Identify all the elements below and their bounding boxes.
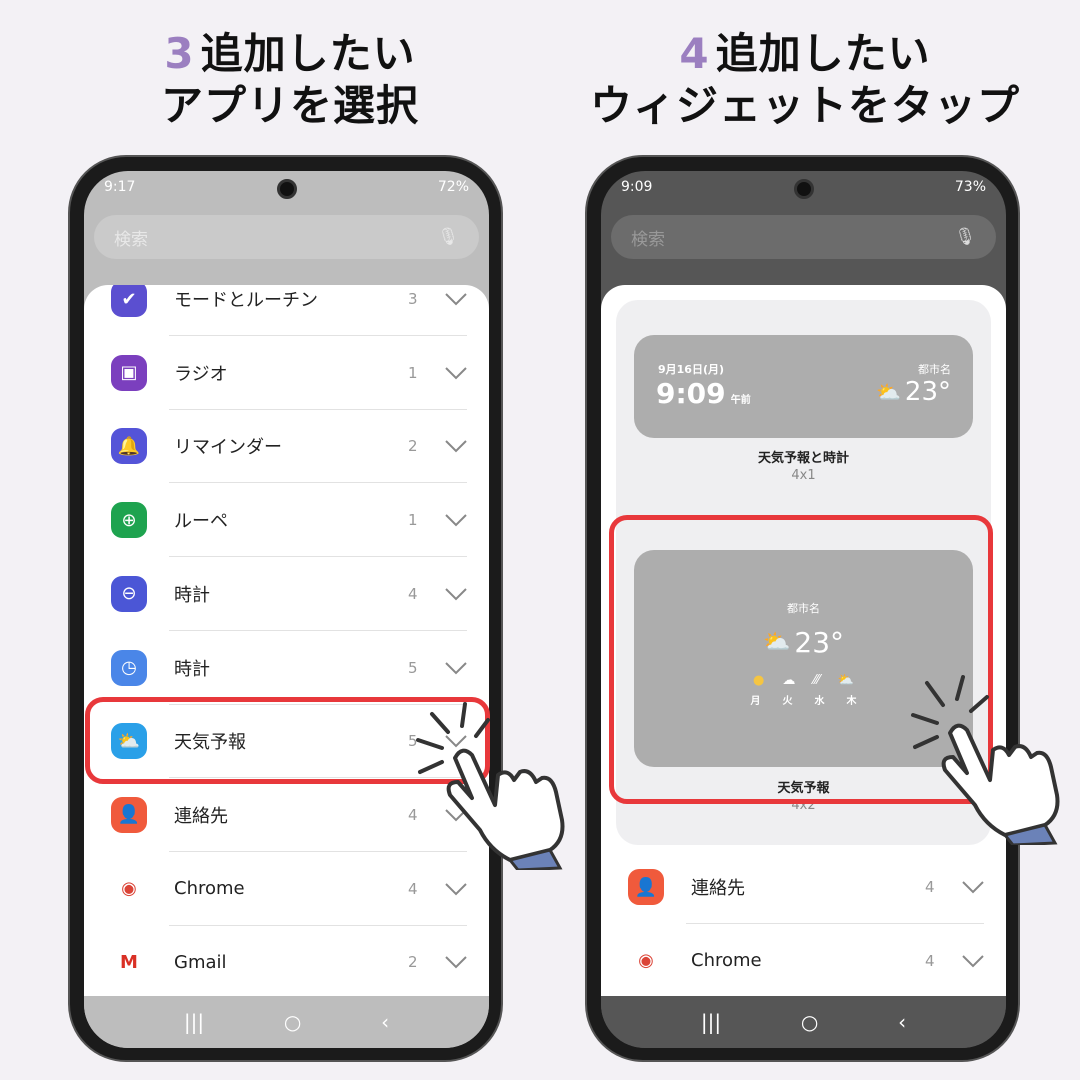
app-label: 連絡先 xyxy=(174,805,228,827)
app-row[interactable]: ✔ モードとルーチン 3 xyxy=(84,285,489,336)
search-input[interactable]: 検索 🎙 xyxy=(94,215,479,259)
partly-cloudy-icon: ⛅ xyxy=(876,380,901,404)
chevron-down-icon[interactable] xyxy=(444,882,468,896)
chevron-down-icon[interactable] xyxy=(444,366,468,380)
widget-time: 9:09 xyxy=(656,377,726,410)
search-placeholder: 検索 xyxy=(114,229,148,250)
step4-heading: 4 追加したい ウィジェットをタップ xyxy=(560,28,1050,132)
widget-name: 天気予報と時計 xyxy=(757,451,849,466)
widget-count: 1 xyxy=(408,363,418,382)
heading-line1: 追加したい xyxy=(715,29,931,78)
chevron-down-icon[interactable] xyxy=(444,292,468,306)
widget-count: 2 xyxy=(408,437,418,456)
chrome-icon: ◉ xyxy=(111,870,147,907)
app-row[interactable]: ⊖ 時計 4 xyxy=(84,557,489,631)
app-list[interactable]: ✔ モードとルーチン 3 ▣ ラジオ 1 🔔 リマインダー 2 ⊕ ルーペ 1 … xyxy=(84,285,489,996)
radio-icon: ▣ xyxy=(111,354,147,391)
modes-routines-icon: ✔ xyxy=(111,285,147,317)
chrome-icon: ◉ xyxy=(628,942,664,979)
widget-count: 4 xyxy=(408,584,418,603)
home-button[interactable]: ○ xyxy=(284,1010,301,1034)
app-label: リマインダー xyxy=(174,437,282,459)
app-row[interactable]: M Gmail 2 xyxy=(84,925,489,996)
app-label: 時計 xyxy=(174,584,210,606)
step3-heading: 3 追加したい アプリを選択 xyxy=(90,28,490,132)
heading-line2: アプリを選択 xyxy=(160,81,419,130)
widget-weather-clock[interactable]: 9月16日(月) 9:09 午前 都市名 ⛅ 23° xyxy=(634,335,973,438)
recents-button[interactable]: ||| xyxy=(701,1010,721,1034)
widget-temp: 23° xyxy=(904,377,951,407)
app-label: Gmail xyxy=(174,951,227,973)
app-row[interactable]: ◷ 時計 5 xyxy=(84,631,489,705)
tap-hand-icon xyxy=(416,702,565,870)
clock-icon: ◷ xyxy=(111,649,147,686)
status-time: 9:09 xyxy=(621,179,653,195)
chevron-down-icon[interactable] xyxy=(961,880,985,894)
mic-icon[interactable]: 🎙 xyxy=(954,227,976,247)
magnifier-icon: ⊕ xyxy=(111,502,147,539)
app-label: 時計 xyxy=(174,658,210,680)
widget-ampm: 午前 xyxy=(730,395,751,406)
widget-count: 1 xyxy=(408,511,418,530)
widget-count: 4 xyxy=(925,951,935,970)
search-placeholder: 検索 xyxy=(631,229,665,250)
clock-minus-icon: ⊖ xyxy=(111,575,147,612)
widget-count: 4 xyxy=(925,878,935,896)
app-label: ラジオ xyxy=(174,363,228,385)
widget-count: 5 xyxy=(408,658,418,677)
status-battery: 72% xyxy=(437,179,469,195)
app-row[interactable]: ▣ ラジオ 1 xyxy=(84,336,489,410)
step-number: 3 xyxy=(164,29,195,78)
gmail-icon: M xyxy=(111,944,147,981)
nav-bar: ||| ○ ‹ xyxy=(84,996,489,1048)
recents-button[interactable]: ||| xyxy=(184,1010,204,1034)
app-row[interactable]: ◉ Chrome 4 xyxy=(601,924,1006,996)
widget-city: 都市名 xyxy=(918,363,951,376)
app-label: 連絡先 xyxy=(691,878,745,899)
nav-bar: ||| ○ ‹ xyxy=(601,996,1006,1048)
heading-line1: 追加したい xyxy=(200,29,416,78)
step-number: 4 xyxy=(679,29,710,78)
app-label: モードとルーチン xyxy=(174,290,318,311)
widget-count: 4 xyxy=(408,879,418,898)
app-row[interactable]: ⊕ ルーペ 1 xyxy=(84,483,489,558)
tap-hand-icon xyxy=(911,675,1060,845)
back-button[interactable]: ‹ xyxy=(898,1010,906,1034)
chevron-down-icon[interactable] xyxy=(444,439,468,453)
app-label: Chrome xyxy=(691,950,762,972)
status-time: 9:17 xyxy=(104,179,136,195)
mic-icon[interactable]: 🎙 xyxy=(437,227,459,247)
phone-left: 9:17 72% 検索 🎙 ✔ モードとルーチン 3 ▣ ラジオ 1 🔔 リマインダ… xyxy=(68,155,503,1062)
contacts-icon: 👤 xyxy=(628,869,664,905)
back-button[interactable]: ‹ xyxy=(381,1010,389,1034)
chevron-down-icon[interactable] xyxy=(444,955,468,969)
app-row[interactable]: 🔔 リマインダー 2 xyxy=(84,409,489,484)
status-battery: 73% xyxy=(954,179,986,195)
app-row[interactable]: 👤 連絡先 4 xyxy=(601,850,1006,924)
chevron-down-icon[interactable] xyxy=(444,661,468,675)
widget-count: 2 xyxy=(408,953,418,972)
search-input[interactable]: 検索 🎙 xyxy=(611,215,996,259)
app-label: ルーペ xyxy=(174,511,228,533)
chevron-down-icon[interactable] xyxy=(444,587,468,601)
widget-size: 4x1 xyxy=(791,468,816,483)
camera-cutout xyxy=(793,179,814,199)
bell-icon: 🔔 xyxy=(111,428,147,465)
widget-count: 3 xyxy=(408,290,418,308)
contacts-icon: 👤 xyxy=(111,796,147,833)
home-button[interactable]: ○ xyxy=(801,1010,818,1034)
chevron-down-icon[interactable] xyxy=(444,513,468,527)
app-label: Chrome xyxy=(174,878,245,900)
camera-cutout xyxy=(276,179,297,199)
widget-date: 9月16日(月) xyxy=(658,363,725,376)
chevron-down-icon[interactable] xyxy=(961,954,985,968)
heading-line2: ウィジェットをタップ xyxy=(589,81,1020,130)
